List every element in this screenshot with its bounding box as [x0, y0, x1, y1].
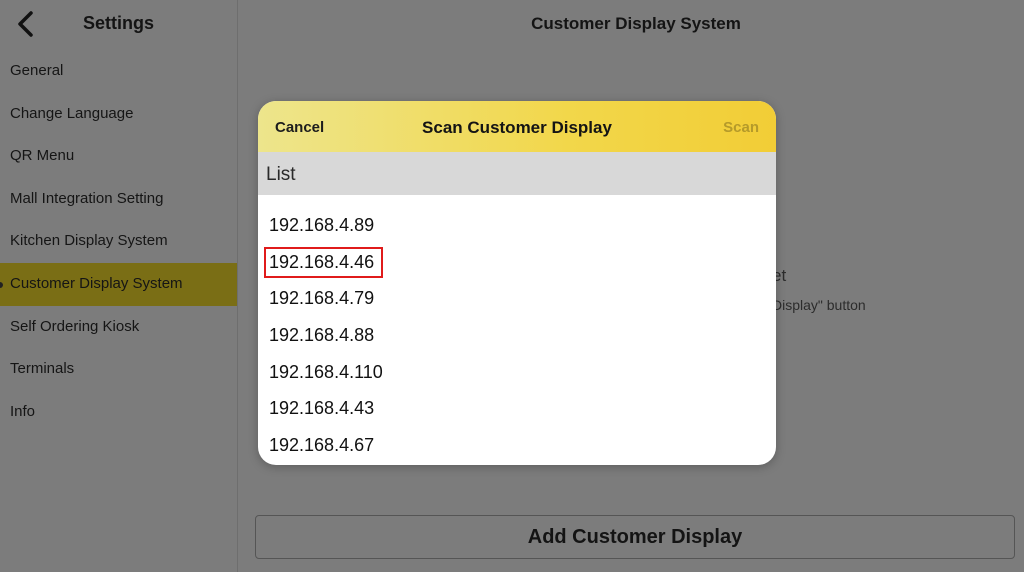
- scan-customer-display-dialog: Scan Customer Display Cancel Scan List 1…: [258, 101, 776, 465]
- cancel-button[interactable]: Cancel: [275, 101, 324, 152]
- menu-item-change-language[interactable]: Change Language: [0, 93, 237, 136]
- settings-sidebar: Settings General Change Language QR Menu…: [0, 0, 238, 572]
- menu-item-self-ordering-kiosk[interactable]: Self Ordering Kiosk: [0, 306, 237, 349]
- menu-item-mall-integration[interactable]: Mall Integration Setting: [0, 178, 237, 221]
- device-list-item[interactable]: 192.168.4.88: [258, 317, 776, 354]
- device-list-item[interactable]: 192.168.4.43: [258, 390, 776, 427]
- page-title: Customer Display System: [531, 14, 741, 33]
- device-ip-label: 192.168.4.110: [269, 361, 383, 382]
- device-list-item[interactable]: 192.168.4.79: [258, 280, 776, 317]
- device-ip-label: 192.168.4.43: [269, 398, 375, 419]
- device-list-item[interactable]: 192.168.4.89: [258, 207, 776, 244]
- device-ip-label: 192.168.4.89: [269, 215, 375, 235]
- menu-item-terminals[interactable]: Terminals: [0, 348, 237, 391]
- sidebar-title: Settings: [83, 13, 155, 33]
- list-section-header: List: [258, 152, 776, 195]
- empty-state-hint: Display" button: [772, 297, 866, 313]
- device-ip-label: 192.168.4.46: [269, 251, 375, 272]
- add-customer-display-button[interactable]: Add Customer Display: [255, 515, 1015, 559]
- device-list: 192.168.4.89 192.168.4.46 192.168.4.79 1…: [258, 195, 776, 464]
- device-list-item[interactable]: 192.168.4.110: [258, 354, 776, 391]
- device-ip-label: 192.168.4.88: [269, 325, 375, 346]
- scan-button[interactable]: Scan: [723, 101, 759, 152]
- menu-item-general[interactable]: General: [0, 50, 237, 93]
- sidebar-header: Settings: [0, 0, 237, 48]
- back-chevron-icon[interactable]: [14, 10, 38, 38]
- device-list-item[interactable]: 192.168.4.67: [258, 427, 776, 464]
- menu-item-qr-menu[interactable]: QR Menu: [0, 135, 237, 178]
- device-ip-label: 192.168.4.67: [269, 435, 375, 456]
- dialog-header: Scan Customer Display Cancel Scan: [258, 101, 776, 152]
- device-ip-label: 192.168.4.79: [269, 288, 375, 309]
- device-list-item-selected[interactable]: 192.168.4.46: [258, 244, 776, 281]
- dialog-title: Scan Customer Display: [422, 118, 612, 137]
- settings-menu: General Change Language QR Menu Mall Int…: [0, 50, 237, 433]
- menu-item-kitchen-display[interactable]: Kitchen Display System: [0, 220, 237, 263]
- menu-item-customer-display[interactable]: Customer Display System: [0, 262, 237, 306]
- menu-item-info[interactable]: Info: [0, 391, 237, 434]
